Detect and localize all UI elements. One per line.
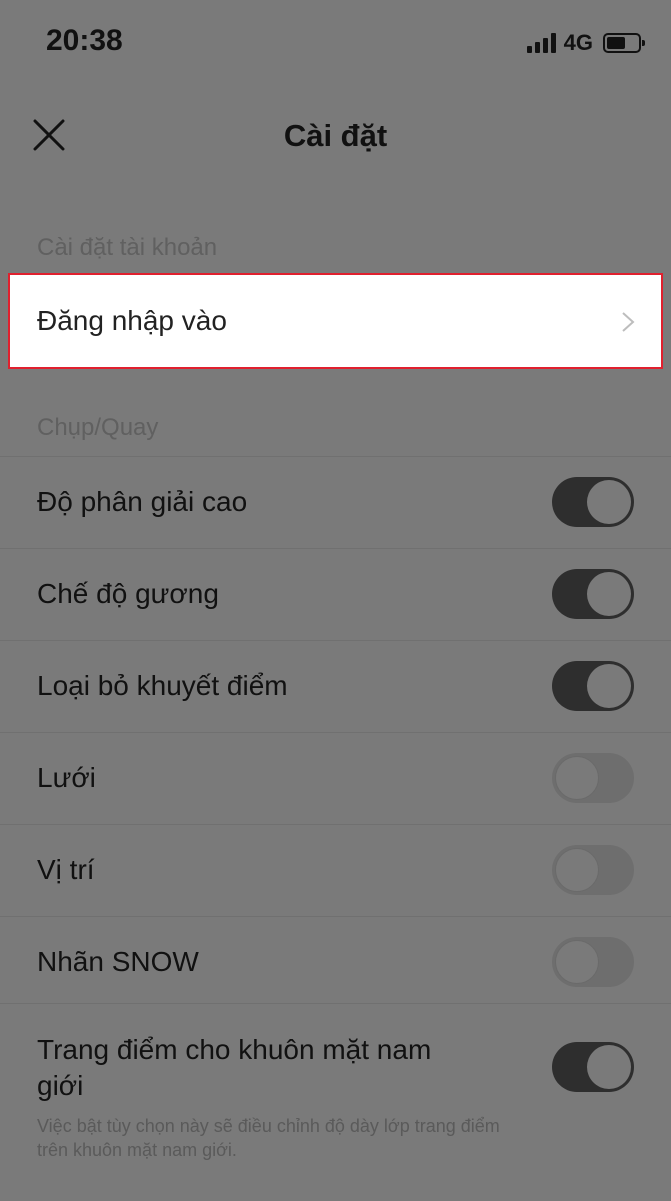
battery-icon xyxy=(603,33,645,53)
high-resolution-toggle[interactable] xyxy=(552,477,634,527)
setting-row-high-resolution: Độ phân giải cao xyxy=(0,456,671,548)
blemish-removal-toggle[interactable] xyxy=(552,661,634,711)
setting-label: Trang điểm cho khuôn mặt nam giới xyxy=(37,1034,432,1101)
status-bar: 20:38 4G xyxy=(0,0,671,84)
signal-icon xyxy=(526,33,556,53)
setting-description: Việc bật tùy chọn này sẽ điều chỉnh độ d… xyxy=(37,1116,500,1160)
setting-row-mirror-mode: Chế độ gương xyxy=(0,548,671,640)
login-row[interactable]: Đăng nhập vào xyxy=(8,273,663,369)
login-label: Đăng nhập vào xyxy=(37,305,227,336)
setting-label: Lưới xyxy=(37,762,96,793)
mirror-mode-toggle[interactable] xyxy=(552,569,634,619)
settings-list: Độ phân giải cao Chế độ gương Loại bỏ kh… xyxy=(0,456,671,1008)
nav-bar: Cài đặt xyxy=(0,84,671,188)
male-makeup-toggle[interactable] xyxy=(552,1042,634,1092)
snow-label-toggle[interactable] xyxy=(552,937,634,987)
chevron-right-icon xyxy=(622,312,635,332)
setting-label: Nhãn SNOW xyxy=(37,946,199,977)
setting-label: Vị trí xyxy=(37,854,95,885)
location-toggle[interactable] xyxy=(552,845,634,895)
status-time: 20:38 xyxy=(46,24,123,57)
grid-toggle[interactable] xyxy=(552,753,634,803)
setting-row-grid: Lưới xyxy=(0,732,671,824)
section-header-capture: Chụp/Quay xyxy=(37,414,159,441)
page-title: Cài đặt xyxy=(283,118,388,153)
setting-row-snow-label: Nhãn SNOW xyxy=(0,916,671,1008)
setting-label: Loại bỏ khuyết điểm xyxy=(37,670,288,701)
setting-row-blemish-removal: Loại bỏ khuyết điểm xyxy=(0,640,671,732)
section-header-account: Cài đặt tài khoản xyxy=(37,234,218,261)
setting-label: Độ phân giải cao xyxy=(37,486,248,517)
status-indicators: 4G xyxy=(526,30,645,56)
setting-row-location: Vị trí xyxy=(0,824,671,916)
setting-label: Chế độ gương xyxy=(37,578,219,609)
network-type: 4G xyxy=(563,30,593,55)
setting-row-male-makeup: Trang điểm cho khuôn mặt nam giới Việc b… xyxy=(0,1003,671,1201)
